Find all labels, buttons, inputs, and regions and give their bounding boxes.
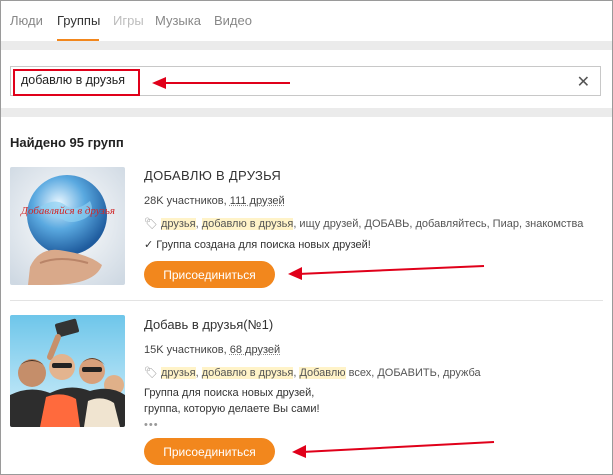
group-description: Группа для поиска новых друзей, группа, …: [144, 385, 320, 417]
card-divider: [10, 300, 603, 301]
avatar-caption: Добавляйся в друзья: [21, 205, 115, 217]
tag-item[interactable]: друзья: [160, 218, 196, 230]
join-button[interactable]: Присоединиться: [144, 438, 275, 465]
group-name-link[interactable]: ДОБАВЛЮ В ДРУЗЬЯ: [144, 168, 281, 183]
tag-icon: 🏷︎: [144, 367, 158, 379]
tag-item[interactable]: добавлю в друзья: [201, 218, 294, 230]
join-button[interactable]: Присоединиться: [144, 261, 275, 288]
tags-rest: всех, ДОБАВИТЬ, дружба: [345, 367, 481, 379]
results-count-title: Найдено 95 групп: [10, 135, 124, 150]
tags-rest: , ищу друзей, ДОБАВЬ, добавляйтесь, Пиар…: [293, 218, 584, 230]
group-description: ✓ Группа создана для поиска новых друзей…: [144, 239, 371, 251]
tag-item[interactable]: Добавлю: [299, 367, 346, 379]
group-avatar[interactable]: [10, 315, 125, 427]
group-card: Добавляйся в друзья ДОБАВЛЮ В ДРУЗЬЯ 28K…: [1, 165, 612, 300]
description-line: группа, которую делаете Вы сами!: [144, 403, 320, 415]
selfie-photo-image: [10, 315, 125, 427]
description-line: Группа для поиска новых друзей,: [144, 387, 315, 399]
members-count: 15K участников,: [144, 344, 227, 356]
tab-video[interactable]: Видео: [214, 13, 252, 28]
more-icon[interactable]: •••: [144, 419, 159, 431]
tab-games[interactable]: Игры: [113, 13, 144, 28]
group-avatar[interactable]: Добавляйся в друзья: [10, 167, 125, 285]
tag-icon: 🏷︎: [144, 218, 158, 230]
members-count: 28K участников,: [144, 195, 227, 207]
group-meta: 28K участников, 111 друзей: [144, 195, 285, 207]
category-tabs: Люди Группы Игры Музыка Видео: [1, 1, 612, 41]
group-tags: 🏷︎ друзья, добавлю в друзья, Добавлю всех…: [144, 367, 481, 379]
tab-groups[interactable]: Группы: [57, 13, 100, 28]
results-panel: Найдено 95 групп Добавляйся в друзья ДОБ…: [1, 117, 612, 474]
tag-item[interactable]: друзья: [160, 367, 196, 379]
tag-item[interactable]: добавлю в друзья: [201, 367, 294, 379]
group-tags: 🏷︎ друзья, добавлю в друзья, ищу друзей, …: [144, 218, 584, 230]
search-input[interactable]: добавлю в друзья ✕: [10, 66, 601, 96]
tab-people[interactable]: Люди: [10, 13, 43, 28]
tab-music[interactable]: Музыка: [155, 13, 201, 28]
group-name-link[interactable]: Добавь в друзья(№1): [144, 317, 273, 332]
globe-hand-image: [10, 167, 125, 285]
active-tab-indicator: [57, 39, 99, 41]
group-card: Добавь в друзья(№1) 15K участников, 68 д…: [1, 307, 612, 474]
close-icon[interactable]: ✕: [577, 72, 590, 92]
friends-link[interactable]: 68 друзей: [230, 344, 280, 356]
search-query-text: добавлю в друзья: [21, 73, 126, 87]
search-panel: добавлю в друзья ✕: [1, 50, 612, 108]
friends-link[interactable]: 111 друзей: [230, 195, 285, 207]
group-meta: 15K участников, 68 друзей: [144, 344, 280, 356]
